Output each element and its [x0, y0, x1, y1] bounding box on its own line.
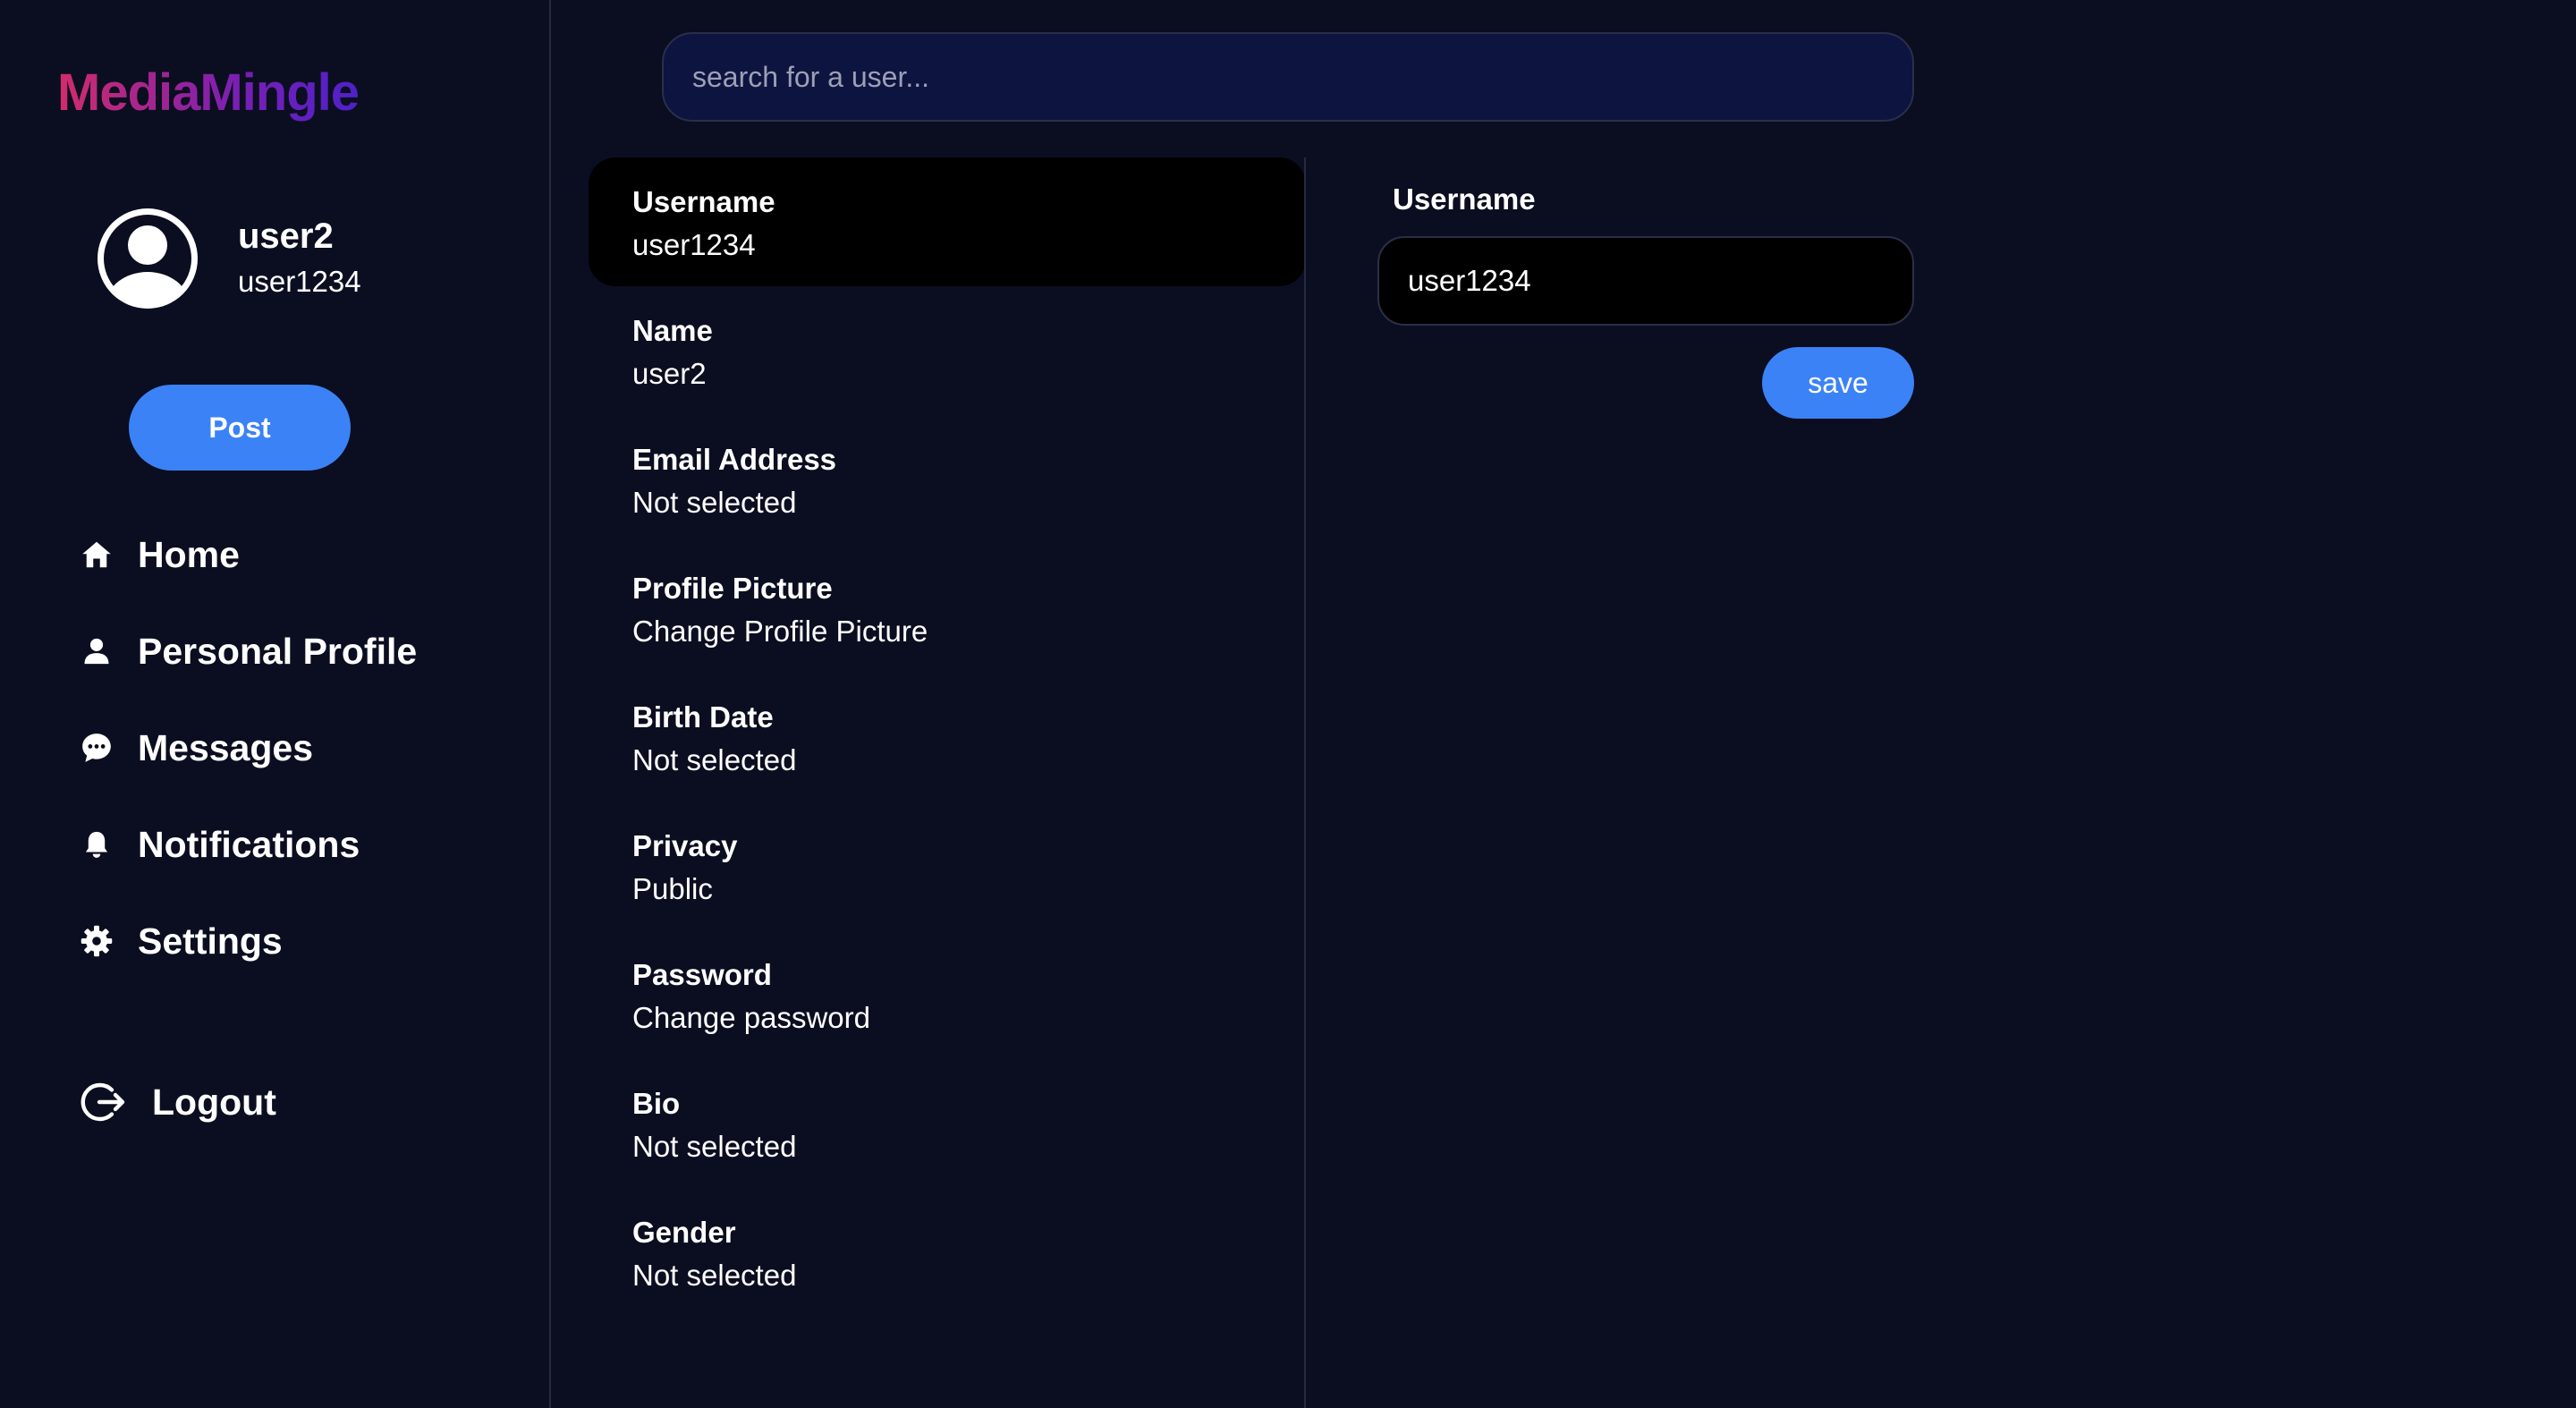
sidebar-item-personal-profile[interactable]: Personal Profile — [79, 619, 417, 683]
setting-item-email-address[interactable]: Email Address Not selected — [589, 415, 1306, 544]
save-button[interactable]: save — [1762, 347, 1914, 419]
search-input[interactable] — [662, 32, 1914, 122]
person-icon — [79, 633, 114, 669]
sidebar-item-messages[interactable]: Messages — [79, 716, 417, 780]
editor-label: Username — [1393, 182, 1536, 216]
username-field[interactable] — [1377, 236, 1914, 326]
setting-item-password[interactable]: Password Change password — [589, 930, 1306, 1059]
gear-icon — [79, 923, 114, 959]
setting-value: user1234 — [632, 228, 756, 261]
setting-value: Not selected — [632, 1130, 797, 1163]
setting-item-bio[interactable]: Bio Not selected — [589, 1059, 1306, 1188]
setting-label: Gender — [632, 1216, 736, 1249]
setting-item-profile-picture[interactable]: Profile Picture Change Profile Picture — [589, 544, 1306, 673]
setting-label: Privacy — [632, 829, 738, 862]
logout-icon — [80, 1079, 127, 1125]
setting-value: Change password — [632, 1001, 870, 1034]
sidebar-item-label: Messages — [138, 726, 314, 768]
chat-bubble-icon — [79, 730, 114, 766]
post-button[interactable]: Post — [129, 385, 351, 471]
sidebar-item-label: Notifications — [138, 823, 360, 865]
profile-handle: user1234 — [238, 265, 361, 298]
bell-icon — [79, 827, 114, 862]
setting-value: Change Profile Picture — [632, 615, 928, 648]
setting-value: Public — [632, 872, 713, 905]
sidebar-item-notifications[interactable]: Notifications — [79, 812, 417, 877]
setting-label: Name — [632, 314, 713, 347]
sidebar-item-settings[interactable]: Settings — [79, 909, 417, 973]
setting-item-gender[interactable]: Gender Not selected — [589, 1188, 1306, 1317]
setting-label: Username — [632, 185, 775, 218]
user-circle-icon — [97, 208, 198, 309]
profile-text: user2 user1234 — [238, 215, 361, 302]
home-icon — [79, 537, 114, 573]
setting-item-username[interactable]: Username user1234 — [589, 157, 1306, 286]
sidebar-item-label: Personal Profile — [138, 630, 418, 672]
sidebar-item-label: Settings — [138, 920, 283, 962]
logout-label: Logout — [152, 1081, 276, 1123]
sidebar: MediaMingle user2 user1234 Post Home Per… — [0, 0, 551, 1408]
setting-item-name[interactable]: Name user2 — [589, 286, 1306, 415]
settings-list: Username user1234 Name user2 Email Addre… — [589, 157, 1306, 1317]
setting-label: Email Address — [632, 443, 837, 476]
setting-label: Password — [632, 958, 772, 991]
profile-name: user2 — [238, 216, 334, 256]
setting-label: Profile Picture — [632, 572, 833, 605]
sidebar-item-label: Home — [138, 533, 240, 575]
sidebar-nav: Home Personal Profile Messages Notificat… — [79, 522, 417, 1005]
logout-button[interactable]: Logout — [80, 1079, 276, 1125]
setting-label: Bio — [632, 1087, 681, 1120]
setting-value: Not selected — [632, 486, 797, 519]
setting-item-privacy[interactable]: Privacy Public — [589, 802, 1306, 930]
sidebar-item-home[interactable]: Home — [79, 522, 417, 587]
setting-item-birth-date[interactable]: Birth Date Not selected — [589, 673, 1306, 802]
profile-summary[interactable]: user2 user1234 — [93, 204, 361, 313]
app-logo[interactable]: MediaMingle — [57, 63, 360, 123]
setting-value: Not selected — [632, 743, 797, 776]
setting-value: Not selected — [632, 1259, 797, 1292]
setting-label: Birth Date — [632, 700, 774, 734]
setting-value: user2 — [632, 357, 707, 390]
panel-divider — [1304, 157, 1306, 1408]
